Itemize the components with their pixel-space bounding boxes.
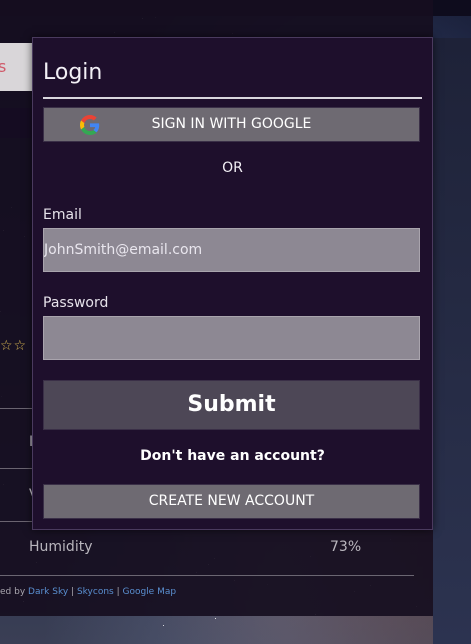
email-field[interactable] [43,228,420,272]
footer-prefix: ed by [0,587,29,597]
footer-link-google-map[interactable]: Google Map [122,587,176,597]
star-dot [163,625,164,626]
or-separator: OR [222,160,243,176]
password-field[interactable] [43,316,420,360]
rating-stars: ☆☆ [0,338,28,354]
humidity-label: Humidity [29,539,93,555]
submit-button[interactable]: Submit [43,380,420,430]
email-label: Email [43,207,82,223]
create-account-button[interactable]: CREATE NEW ACCOUNT [43,484,420,519]
row-divider [0,468,36,469]
footer-credits: ed by Dark Sky | Skycons | Google Map [0,587,176,597]
login-modal: Login SIGN IN WITH GOOGLE OR Email Passw… [32,37,433,530]
login-title: Login [43,60,103,85]
humidity-value: 73% [330,539,362,555]
google-sign-in-button[interactable]: SIGN IN WITH GOOGLE [43,107,420,142]
right-background-strip [433,38,471,644]
no-account-prompt: Don't have an account? [140,448,325,464]
google-button-label: SIGN IN WITH GOOGLE [151,116,312,132]
footer-link-dark-sky[interactable]: Dark Sky [28,587,68,597]
background-tab-label: s [0,57,7,76]
star-dot [215,618,216,619]
footer-link-skycons[interactable]: Skycons [77,587,114,597]
password-label: Password [43,295,109,311]
footer-separator: | [68,587,77,597]
google-g-icon [80,115,100,135]
title-divider [43,97,422,99]
footer-divider [0,575,414,576]
row-divider [0,408,36,409]
row-divider [0,521,36,522]
header-band [0,108,36,138]
